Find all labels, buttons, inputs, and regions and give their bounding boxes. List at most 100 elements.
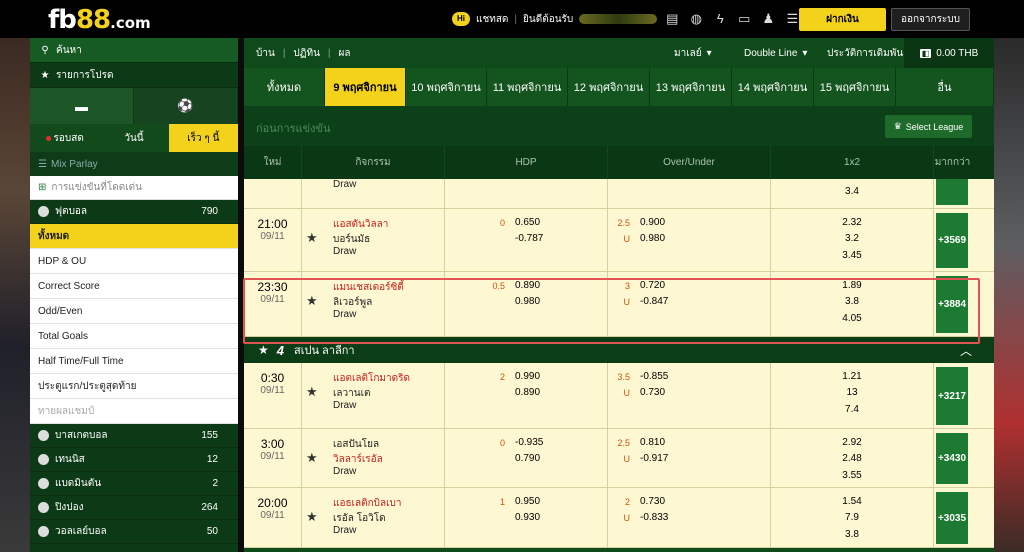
collapse-chevron-icon[interactable]: ︿ xyxy=(960,342,972,359)
sidebar-sport-football[interactable]: ฟุตบอล 790 xyxy=(30,200,238,224)
bet-type-first-last-goal[interactable]: ประตูแรก/ประตูสุดท้าย xyxy=(30,374,238,399)
odds-hdp-away[interactable]: 0.890 xyxy=(515,387,540,398)
bet-type-odd-even[interactable]: Odd/Even xyxy=(30,299,238,324)
nav-results[interactable]: ผล xyxy=(339,46,351,61)
bet-type-half-full-time[interactable]: Half Time/Full Time xyxy=(30,349,238,374)
odds-hdp-away[interactable]: 0.930 xyxy=(515,512,540,523)
odds-home-win[interactable]: 2.32 xyxy=(771,217,933,228)
odds-under[interactable]: -0.847 xyxy=(640,296,668,307)
bet-type-correct-score[interactable]: Correct Score xyxy=(30,274,238,299)
odds-hdp-home[interactable]: 0.950 xyxy=(515,496,540,507)
tab-live[interactable]: รอบสด xyxy=(30,124,100,152)
sidebar-sport-basketball[interactable]: บาสเกตบอล 155 xyxy=(30,424,238,448)
chat-icon[interactable]: Hi xyxy=(452,12,470,26)
more-markets-button[interactable]: +3884 xyxy=(936,276,968,333)
date-tab-all[interactable]: ทั้งหมด xyxy=(244,68,325,106)
fb88-logo[interactable]: fb88.com xyxy=(48,5,151,35)
odds-away-win[interactable]: 13 xyxy=(771,387,933,398)
line-type-dropdown[interactable]: Double Line ▾ xyxy=(744,38,807,68)
document-icon[interactable]: ▤ xyxy=(663,10,681,28)
odds-away-win[interactable]: 3.8 xyxy=(771,296,933,307)
favorite-star-icon[interactable]: ★ xyxy=(306,384,318,400)
sidebar-search[interactable]: ⚲ ค้นหา xyxy=(30,38,238,63)
odds-home-win[interactable]: 1.54 xyxy=(771,496,933,507)
odds-type-dropdown[interactable]: มาเลย์ ▾ xyxy=(674,38,712,68)
refresh-icon[interactable]: ◍ xyxy=(687,10,705,28)
more-markets-button[interactable] xyxy=(936,179,968,205)
more-markets-button[interactable]: +3035 xyxy=(936,492,968,544)
date-tab-14-nov[interactable]: 14 พฤศจิกายน xyxy=(732,68,814,106)
date-tab-11-nov[interactable]: 11 พฤศจิกายน xyxy=(487,68,568,106)
odds-hdp-away[interactable]: -0.787 xyxy=(515,233,543,244)
date-tab-13-nov[interactable]: 13 พฤศจิกายน xyxy=(650,68,732,106)
bet-type-outright[interactable]: ทายผลแชมป์ xyxy=(30,399,238,424)
tab-today[interactable]: วันนี้ xyxy=(99,124,169,152)
date-tab-15-nov[interactable]: 15 พฤศจิกายน xyxy=(814,68,896,106)
odds-hdp-home[interactable]: 0.990 xyxy=(515,371,540,382)
odds-draw[interactable]: 3.8 xyxy=(771,529,933,540)
odds-draw[interactable]: 7.4 xyxy=(771,404,933,415)
football-icon[interactable]: ⚽ xyxy=(134,88,238,124)
sidebar-sport-volleyball[interactable]: วอลเลย์บอล 50 xyxy=(30,520,238,544)
sidebar-sport-table-tennis[interactable]: ปิงปอง 264 xyxy=(30,496,238,520)
odds-over[interactable]: -0.855 xyxy=(640,371,668,382)
odds-hdp-away[interactable]: 0.980 xyxy=(515,296,540,307)
odds-over[interactable]: 0.730 xyxy=(640,496,665,507)
odds-over[interactable]: 0.810 xyxy=(640,437,665,448)
odds-hdp-home[interactable]: 0.650 xyxy=(515,217,540,228)
sidebar-favorites[interactable]: ★ รายการโปรด xyxy=(30,63,238,88)
odds-away-win[interactable]: 3.2 xyxy=(771,233,933,244)
odds-under[interactable]: 0.730 xyxy=(640,387,665,398)
favorite-star-icon[interactable]: ★ xyxy=(306,230,318,246)
odds-hdp-away[interactable]: 0.790 xyxy=(515,453,540,464)
chat-bubble-icon[interactable]: ▬ xyxy=(30,88,134,124)
date-tab-10-nov[interactable]: 10 พฤศจิกายน xyxy=(406,68,487,106)
date-tab-other[interactable]: อื่น xyxy=(896,68,994,106)
lightning-icon[interactable]: ϟ xyxy=(711,10,729,28)
odds-away-win[interactable]: 7.9 xyxy=(771,512,933,523)
deposit-button[interactable]: ฝากเงิน xyxy=(799,8,886,31)
balance-display[interactable]: ◧ 0.00 THB xyxy=(904,38,994,68)
favorite-star-icon[interactable]: ★ xyxy=(306,450,318,466)
sidebar-sport-badminton[interactable]: แบดมินตัน 2 xyxy=(30,472,238,496)
logout-button[interactable]: ออกจากระบบ xyxy=(891,8,970,31)
odds-home-win[interactable]: 2.92 xyxy=(771,437,933,448)
tab-early[interactable]: เร็ว ๆ นี้ xyxy=(168,124,238,152)
date-tab-9-nov[interactable]: 9 พฤศจิกายน xyxy=(325,68,406,106)
bet-type-all[interactable]: ทั้งหมด xyxy=(30,224,238,249)
nav-home[interactable]: บ้าน xyxy=(256,46,275,61)
odds-home-win[interactable]: 1.21 xyxy=(771,371,933,382)
favorite-star-icon[interactable]: ★ xyxy=(306,509,318,525)
favorite-star-icon[interactable]: ★ xyxy=(258,343,269,357)
select-league-button[interactable]: ♛ Select League xyxy=(885,115,972,138)
odds-hdp-home[interactable]: 0.890 xyxy=(515,280,540,291)
more-markets-button[interactable]: +3430 xyxy=(936,433,968,484)
sidebar-outright[interactable]: ⊞ การแข่งขันที่โดดเด่น xyxy=(30,176,238,200)
nav-calendar[interactable]: ปฏิทิน xyxy=(293,46,320,61)
odds-under[interactable]: -0.833 xyxy=(640,512,668,523)
bet-history-link[interactable]: ประวัติการเดิมพัน xyxy=(827,38,903,68)
more-markets-button[interactable]: +3217 xyxy=(936,367,968,425)
odds-over[interactable]: 0.900 xyxy=(640,217,665,228)
odds-draw[interactable]: 3.4 xyxy=(771,186,933,197)
sidebar-sport-tennis[interactable]: เทนนิส 12 xyxy=(30,448,238,472)
odds-under[interactable]: -0.917 xyxy=(640,453,668,464)
live-chat-link[interactable]: แชทสด xyxy=(476,12,508,27)
league-header-laliga[interactable]: ★ 4 สเปน ลาลีกา ︿ xyxy=(244,337,994,363)
odds-away-win[interactable]: 2.48 xyxy=(771,453,933,464)
sidebar-mix-parlay[interactable]: ☰ Mix Parlay xyxy=(30,152,238,176)
odds-draw[interactable]: 3.45 xyxy=(771,250,933,261)
bet-type-total-goals[interactable]: Total Goals xyxy=(30,324,238,349)
favorite-star-icon[interactable]: ★ xyxy=(306,293,318,309)
odds-under[interactable]: 0.980 xyxy=(640,233,665,244)
card-icon[interactable]: ▭ xyxy=(735,10,753,28)
bet-type-hdp-ou[interactable]: HDP & OU xyxy=(30,249,238,274)
date-tab-12-nov[interactable]: 12 พฤศจิกายน xyxy=(568,68,650,106)
odds-hdp-home[interactable]: -0.935 xyxy=(515,437,543,448)
odds-home-win[interactable]: 1.89 xyxy=(771,280,933,291)
odds-draw[interactable]: 4.05 xyxy=(771,313,933,324)
odds-over[interactable]: 0.720 xyxy=(640,280,665,291)
user-icon[interactable]: ♟ xyxy=(759,10,777,28)
odds-draw[interactable]: 3.55 xyxy=(771,470,933,481)
more-markets-button[interactable]: +3569 xyxy=(936,213,968,268)
